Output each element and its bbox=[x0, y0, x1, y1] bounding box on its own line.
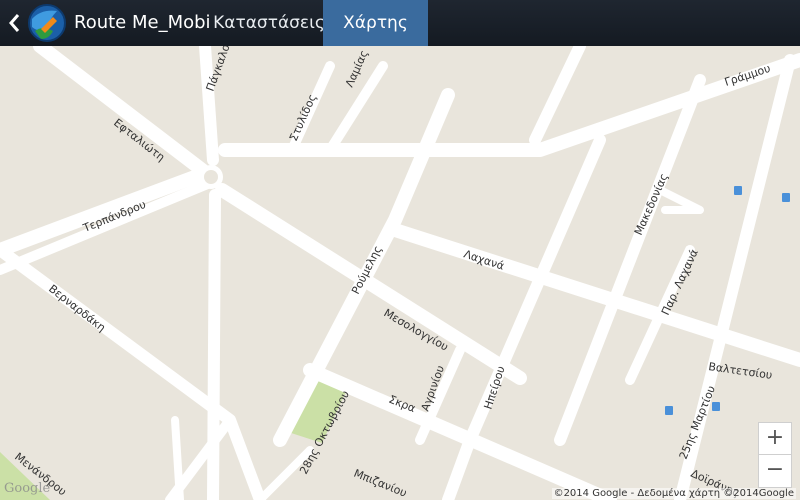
tab-map[interactable]: Χάρτης bbox=[323, 0, 428, 46]
zoom-out-button[interactable]: − bbox=[758, 454, 792, 488]
app-logo-icon bbox=[28, 4, 66, 42]
bus-stop-icon[interactable] bbox=[712, 402, 720, 411]
bus-stop-icon[interactable] bbox=[734, 186, 742, 195]
bus-stop-icon[interactable] bbox=[782, 193, 790, 202]
map-view[interactable]: Πάγκαλου Στυλίδος Λαμίας Εφταλιώτη Γράμμ… bbox=[0, 46, 800, 500]
google-logo: Google bbox=[4, 481, 51, 496]
back-icon[interactable] bbox=[6, 10, 24, 36]
tab-status[interactable]: Καταστάσεις bbox=[210, 0, 328, 46]
map-canvas[interactable]: Πάγκαλου Στυλίδος Λαμίας Εφταλιώτη Γράμμ… bbox=[0, 46, 800, 500]
map-attribution: ©2014 Google - Δεδομένα χάρτη ©2014Googl… bbox=[551, 488, 796, 499]
app-title: Route Me_Mobi bbox=[74, 12, 211, 33]
zoom-in-button[interactable]: + bbox=[758, 422, 792, 456]
action-bar: Route Me_Mobi Καταστάσεις Χάρτης bbox=[0, 0, 800, 46]
bus-stop-icon[interactable] bbox=[665, 406, 673, 415]
